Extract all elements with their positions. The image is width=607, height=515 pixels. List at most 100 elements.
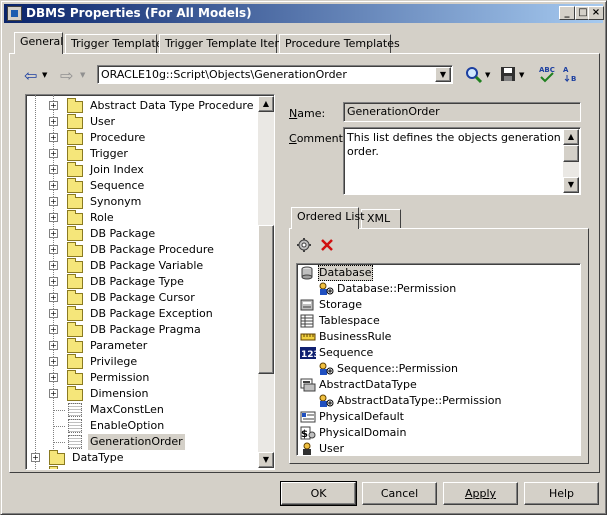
expand-toggle-icon[interactable]: + (49, 197, 58, 206)
save-icon[interactable] (500, 66, 516, 82)
tree-item-selected[interactable]: GenerationOrder (26, 434, 258, 450)
ordered-list-item[interactable]: User (297, 441, 580, 455)
tree-item[interactable]: + DB Package Variable (26, 258, 258, 274)
tree-item[interactable]: + Permission (26, 370, 258, 386)
expand-toggle-icon[interactable]: + (49, 101, 58, 110)
tree-item[interactable]: +Customize (26, 466, 258, 469)
tree-item[interactable]: + Role (26, 210, 258, 226)
expand-toggle-icon[interactable]: + (49, 325, 58, 334)
ordered-list-item[interactable]: Database::Permission (297, 281, 580, 297)
tab-ordered-list[interactable]: Ordered List (291, 207, 365, 229)
add-objects-icon[interactable] (296, 237, 314, 253)
tree-item[interactable]: + Dimension (26, 386, 258, 402)
title-bar[interactable]: DBMS Properties (For All Models) _ □ (4, 4, 603, 23)
tree-item[interactable]: + DB Package (26, 226, 258, 242)
comment-scrollbar[interactable]: ▲ ▼ (563, 129, 579, 193)
ordered-list-item[interactable]: AbstractDataType (297, 377, 580, 393)
expand-toggle-icon[interactable]: + (49, 117, 58, 126)
tab-trigger-templates[interactable]: Trigger Templates (65, 34, 168, 54)
tree-item-label: DB Package Exception (90, 307, 213, 320)
minimize-button[interactable]: _ (559, 6, 575, 20)
tree-item[interactable]: + Trigger (26, 146, 258, 162)
ordered-list-item[interactable]: 123Sequence (297, 345, 580, 361)
expand-toggle-icon[interactable]: + (49, 373, 58, 382)
folder-icon (67, 242, 83, 257)
expand-toggle-icon[interactable]: + (49, 133, 58, 142)
expand-toggle-icon[interactable]: + (49, 149, 58, 158)
tree-scroll-up-button[interactable]: ▲ (258, 96, 274, 112)
name-field[interactable]: GenerationOrder (343, 102, 581, 122)
comment-scroll-down-button[interactable]: ▼ (563, 177, 579, 193)
spell-check-icon[interactable]: ABC (538, 64, 556, 84)
tree-item[interactable]: + DataType (26, 450, 258, 466)
tree-item[interactable]: + User (26, 114, 258, 130)
folder-icon (67, 338, 83, 353)
tree-item[interactable]: + DB Package Cursor (26, 290, 258, 306)
tree-item[interactable]: + Sequence (26, 178, 258, 194)
object-tree[interactable]: + Abstract Data Type Procedure + User + Proce… (25, 94, 275, 470)
tab-xml[interactable]: XML (361, 209, 401, 229)
expand-toggle-icon[interactable]: + (49, 357, 58, 366)
back-history-dropdown-icon[interactable]: ▼ (42, 71, 47, 79)
ordered-list-item[interactable]: BusinessRule (297, 329, 580, 345)
apply-button[interactable]: Apply (443, 482, 518, 505)
comment-scroll-thumb[interactable] (563, 145, 579, 162)
tab-general[interactable]: General (14, 32, 63, 54)
expand-toggle-icon[interactable]: + (49, 213, 58, 222)
tree-item[interactable]: + DB Package Type (26, 274, 258, 290)
expand-toggle-icon[interactable]: + (49, 277, 58, 286)
help-button[interactable]: Help (524, 482, 599, 505)
expand-toggle-icon[interactable]: + (49, 389, 58, 398)
expand-toggle-icon[interactable]: + (49, 293, 58, 302)
ordered-list-item[interactable]: Sequence::Permission (297, 361, 580, 377)
close-button[interactable]: × (588, 6, 604, 20)
tree-item[interactable]: + Abstract Data Type Procedure (26, 98, 258, 114)
sort-ab-icon[interactable]: A B (562, 64, 582, 84)
tree-item[interactable]: EnableOption (26, 418, 258, 434)
expand-toggle-icon[interactable]: + (49, 181, 58, 190)
forward-history-dropdown-icon[interactable]: ▼ (80, 71, 85, 79)
comment-text[interactable]: This list defines the objects generation… (347, 131, 561, 159)
forward-arrow-icon[interactable]: ⇨ (60, 66, 73, 85)
expand-toggle-icon[interactable]: + (49, 309, 58, 318)
tree-item[interactable]: + DB Package Procedure (26, 242, 258, 258)
path-dropdown-button[interactable]: ▼ (435, 67, 451, 82)
ordered-list-item[interactable]: Tablespace (297, 313, 580, 329)
expand-toggle-icon[interactable]: + (49, 245, 58, 254)
expand-toggle-icon[interactable]: + (49, 165, 58, 174)
ordered-list-item[interactable]: PhysicalDefault (297, 409, 580, 425)
ordered-list-item[interactable]: Storage (297, 297, 580, 313)
ordered-list-item[interactable]: $ PhysicalDomain (297, 425, 580, 441)
comment-scroll-up-button[interactable]: ▲ (563, 129, 579, 145)
tab-trigger-template-items[interactable]: Trigger Template Items (159, 34, 291, 54)
tree-item[interactable]: MaxConstLen (26, 402, 258, 418)
expand-toggle-icon[interactable]: + (49, 229, 58, 238)
path-combobox[interactable]: ORACLE10g::Script\Objects\GenerationOrde… (97, 65, 453, 84)
ordered-list-item[interactable]: AbstractDataType::Permission (297, 393, 580, 409)
ok-button[interactable]: OK (280, 481, 357, 506)
tree-item[interactable]: + Parameter (26, 338, 258, 354)
save-dropdown-icon[interactable]: ▼ (519, 71, 524, 79)
ordered-list-box[interactable]: Database Database::Permission Storage Table… (296, 263, 581, 456)
tree-item[interactable]: + Privilege (26, 354, 258, 370)
tree-item[interactable]: + Join Index (26, 162, 258, 178)
find-dropdown-icon[interactable]: ▼ (485, 71, 490, 79)
comment-textarea[interactable]: This list defines the objects generation… (343, 127, 581, 195)
delete-icon[interactable] (320, 238, 334, 252)
find-icon[interactable] (465, 66, 483, 84)
tree-item[interactable]: + DB Package Exception (26, 306, 258, 322)
tab-procedure-templates[interactable]: Procedure Templates (279, 34, 400, 54)
expand-toggle-icon[interactable]: + (31, 453, 40, 462)
back-arrow-icon[interactable]: ⇦ (24, 66, 37, 85)
ordered-list-item-selected[interactable]: Database (297, 265, 580, 281)
expand-toggle-icon[interactable]: + (49, 341, 58, 350)
tree-item[interactable]: + DB Package Pragma (26, 322, 258, 338)
tree-item[interactable]: + Procedure (26, 130, 258, 146)
cancel-button[interactable]: Cancel (362, 482, 437, 505)
expand-toggle-icon[interactable]: + (49, 261, 58, 270)
tree-scroll-thumb[interactable] (258, 225, 274, 374)
path-value[interactable]: ORACLE10g::Script\Objects\GenerationOrde… (99, 67, 435, 82)
tree-vertical-scrollbar[interactable]: ▲ ▼ (258, 96, 274, 468)
tree-item[interactable]: + Synonym (26, 194, 258, 210)
tree-scroll-down-button[interactable]: ▼ (258, 452, 274, 468)
